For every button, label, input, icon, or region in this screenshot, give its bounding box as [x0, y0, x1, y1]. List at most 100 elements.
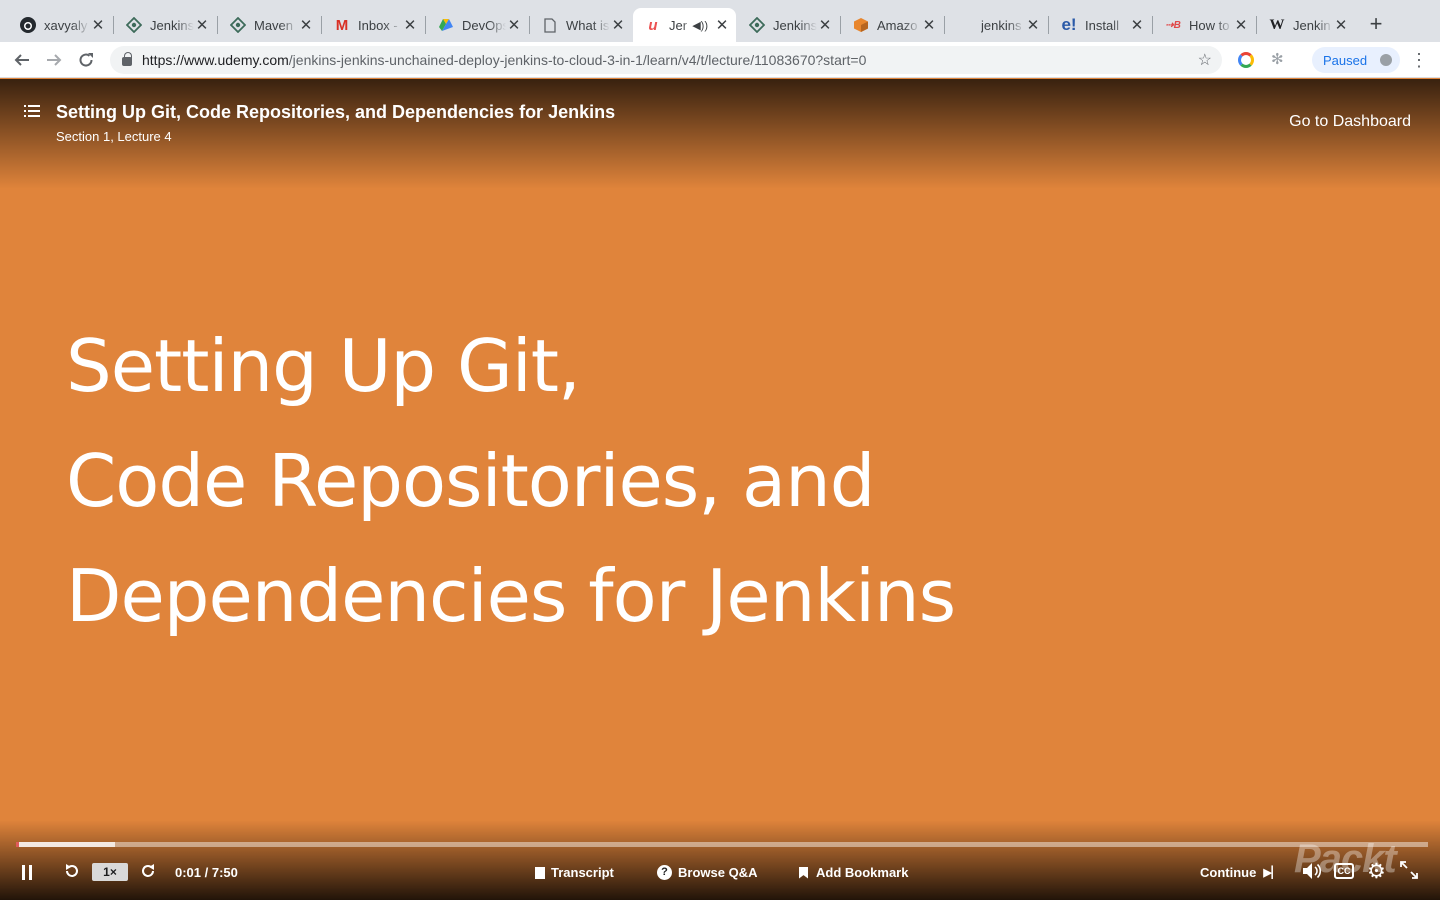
tab-what-is[interactable]: What is ✕ [530, 8, 632, 42]
reload-button[interactable] [74, 48, 98, 72]
progress-played [16, 842, 19, 847]
fullscreen-icon[interactable] [1400, 861, 1418, 879]
close-tab-icon[interactable]: ✕ [1025, 16, 1041, 34]
blank-icon [957, 17, 973, 33]
slide-line: Code Repositories, and [66, 439, 876, 523]
avatar [1378, 52, 1394, 68]
tab-title: Install [1085, 17, 1119, 33]
rewind-button[interactable] [64, 863, 80, 879]
close-tab-icon[interactable]: ✕ [402, 16, 418, 34]
go-to-dashboard-link[interactable]: Go to Dashboard [1289, 113, 1411, 131]
pause-button[interactable] [22, 864, 36, 880]
close-tab-icon[interactable]: ✕ [714, 16, 730, 34]
close-tab-icon[interactable]: ✕ [610, 16, 626, 34]
arrow-right-icon [47, 54, 62, 66]
curriculum-list-icon[interactable] [24, 105, 40, 119]
bookmark-star-icon[interactable]: ☆ [1198, 50, 1212, 70]
jenkins-icon [230, 17, 246, 33]
close-tab-icon[interactable]: ✕ [194, 16, 210, 34]
close-tab-icon[interactable]: ✕ [1333, 16, 1349, 34]
document-icon [542, 17, 558, 33]
playback-speed-button[interactable]: 1× [92, 863, 128, 881]
chrome-extension-icon[interactable] [1238, 52, 1254, 68]
url-host: https://www.udemy.com [142, 52, 289, 68]
add-bookmark-button[interactable]: Add Bookmark [799, 865, 908, 880]
close-tab-icon[interactable]: ✕ [921, 16, 937, 34]
profile-button[interactable]: Paused [1312, 47, 1400, 73]
url-text[interactable]: https://www.udemy.com/jenkins-jenkins-un… [142, 52, 1198, 68]
gmail-icon: M [335, 16, 349, 34]
jenkins-icon [126, 17, 142, 33]
wikipedia-icon: W [1269, 16, 1285, 33]
tab-title: Jer [669, 17, 688, 33]
captions-button[interactable]: CC [1334, 863, 1354, 879]
tab-drive[interactable]: DevOps ✕ [426, 8, 528, 42]
close-tab-icon[interactable]: ✕ [1129, 16, 1145, 34]
jenkins-icon [749, 17, 765, 33]
forward-icon [142, 864, 154, 877]
profile-status: Paused [1323, 52, 1368, 68]
arrow-left-icon [14, 54, 29, 66]
url-path: /jenkins-jenkins-unchained-deploy-jenkin… [288, 52, 867, 68]
tab-how-to[interactable]: ⇢B How to ✕ [1153, 8, 1255, 42]
e-icon: e! [1061, 15, 1077, 34]
snowflake-extension-icon[interactable]: ✻ [1271, 50, 1284, 68]
slide-line: Setting Up Git, [66, 324, 581, 408]
aws-icon [853, 17, 869, 33]
lecture-title: Setting Up Git, Code Repositories, and D… [56, 102, 616, 122]
forward-button[interactable] [140, 863, 156, 879]
back-button[interactable] [10, 48, 34, 72]
settings-gear-icon[interactable]: ⚙ [1367, 859, 1386, 884]
close-tab-icon[interactable]: ✕ [1233, 16, 1249, 34]
speaker-icon[interactable]: ◀)) [692, 19, 708, 32]
tab-maven[interactable]: Maven ✕ [218, 8, 320, 42]
tab-title: jenkins [981, 17, 1022, 33]
top-overlay [0, 79, 1440, 189]
question-icon: ? [657, 865, 672, 880]
volume-button[interactable] [1302, 862, 1322, 880]
rewind-icon [66, 864, 78, 877]
close-tab-icon[interactable]: ✕ [506, 16, 522, 34]
tab-udemy-active[interactable]: u Jer ◀)) ✕ [633, 8, 736, 42]
continue-label: Continue [1200, 865, 1257, 880]
google-drive-icon [438, 17, 454, 33]
time-display: 0:01 / 7:50 [175, 865, 238, 880]
forward-button[interactable] [42, 48, 66, 72]
close-tab-icon[interactable]: ✕ [298, 16, 314, 34]
github-icon [20, 17, 36, 33]
transcript-label: Transcript [551, 865, 614, 880]
browser-toolbar: https://www.udemy.com/jenkins-jenkins-un… [0, 42, 1440, 78]
video-player[interactable]: Setting Up Git, Code Repositories, and D… [0, 79, 1440, 900]
tab-jenkins-2[interactable]: Jenkins ✕ [737, 8, 839, 42]
tab-strip: xavyaly ✕ Jenkins ✕ Maven ✕ M Inbox - ✕ … [0, 0, 1440, 42]
browse-qa-button[interactable]: ? Browse Q&A [657, 865, 757, 880]
tab-github[interactable]: xavyaly ✕ [8, 8, 112, 42]
tab-wikipedia[interactable]: W Jenkin ✕ [1257, 8, 1355, 42]
lecture-subtitle: Section 1, Lecture 4 [56, 129, 172, 144]
bookmark-icon [799, 866, 808, 879]
tab-amazon[interactable]: Amazo ✕ [841, 8, 943, 42]
tab-jenkins[interactable]: Jenkins ✕ [114, 8, 216, 42]
tab-title: DevOps [462, 17, 506, 33]
tab-install[interactable]: e! Install ✕ [1049, 8, 1151, 42]
new-tab-button[interactable]: + [1364, 12, 1388, 36]
tab-jenkins-search[interactable]: jenkins ✕ [945, 8, 1047, 42]
progress-bar[interactable] [16, 842, 1428, 847]
transcript-icon [535, 866, 545, 879]
close-tab-icon[interactable]: ✕ [817, 16, 833, 34]
lock-icon [122, 52, 132, 66]
reload-icon [79, 53, 93, 67]
close-tab-icon[interactable]: ✕ [90, 16, 106, 34]
tab-gmail[interactable]: M Inbox - ✕ [322, 8, 424, 42]
more-menu-icon[interactable]: ⋮ [1410, 50, 1428, 71]
continue-button[interactable]: Continue ▶▏ [1200, 865, 1280, 880]
transcript-button[interactable]: Transcript [535, 865, 614, 880]
tab-title: xavyaly [44, 17, 88, 33]
tab-title: Jenkin [1293, 17, 1331, 33]
tab-title: Amazo [877, 17, 918, 33]
qa-label: Browse Q&A [678, 865, 758, 880]
address-bar[interactable]: https://www.udemy.com/jenkins-jenkins-un… [110, 46, 1222, 74]
slide-title: Setting Up Git, Code Repositories, and D… [66, 309, 956, 654]
bookmark-label: Add Bookmark [816, 865, 909, 880]
progress-buffered [16, 842, 115, 847]
